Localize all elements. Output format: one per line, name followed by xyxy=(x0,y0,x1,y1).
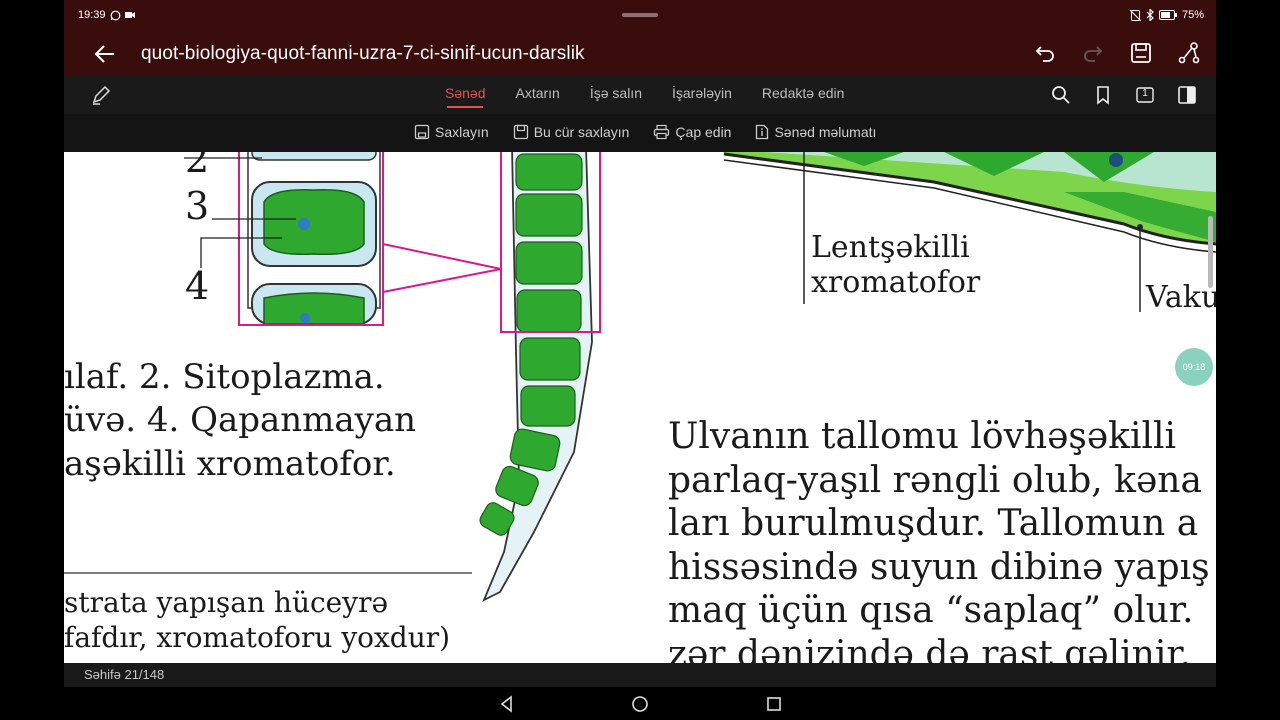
body-line-5: maq üçün qısa “saplaq” olur. xyxy=(668,590,1194,631)
body-line-4: hissəsində suyun dibinə yapış xyxy=(668,547,1210,588)
page-indicator: Səhifə 21/148 xyxy=(84,667,165,682)
pen-icon xyxy=(92,85,111,105)
body-line-2: parlaq-yaşıl rəngli olub, kəna xyxy=(668,460,1202,501)
tab-document[interactable]: Sənəd xyxy=(445,85,485,108)
bluetooth-icon xyxy=(1146,9,1154,21)
callout-vaku: Vaku xyxy=(1146,280,1216,315)
document-title: quot-biologiya-quot-fanni-uzra-7-ci-sini… xyxy=(141,43,585,64)
body-line-6: zər dənizində də rast gəlinir. xyxy=(668,634,1192,663)
nav-home-button[interactable] xyxy=(631,695,649,713)
tab-bar: Sənəd Axtarın İşə salın İşarələyin Redak… xyxy=(445,85,844,108)
back-button[interactable] xyxy=(92,41,120,67)
save-label: Saxlayın xyxy=(435,124,489,140)
status-bar: 19:39 75% xyxy=(64,0,1216,30)
tab-edit[interactable]: Redaktə edin xyxy=(762,85,845,108)
status-left: 19:39 xyxy=(78,9,135,21)
edit-pen-button[interactable] xyxy=(90,84,112,106)
tab-search[interactable]: Axtarın xyxy=(515,85,559,108)
bottom-caption-line-1: strata yapışan hüceyrə xyxy=(64,586,389,619)
save-as-icon xyxy=(513,124,528,140)
document-view[interactable]: 2 3 4 Lentşəkilli xromatofor Vaku ılaf. … xyxy=(64,152,1216,663)
nav-recents-button[interactable] xyxy=(765,695,783,713)
document-info-label: Sənəd məlumatı xyxy=(774,124,877,140)
bookmark-icon xyxy=(1097,86,1109,105)
whatsapp-icon xyxy=(110,10,120,20)
left-caption-line-3: aşəkilli xromatofor. xyxy=(64,444,396,484)
page-footer: Səhifə 21/148 xyxy=(64,663,1216,687)
camera-icon xyxy=(124,12,135,18)
toolbar-right: 1 xyxy=(1050,84,1198,106)
search-button[interactable] xyxy=(1050,84,1072,106)
arrow-left-icon xyxy=(94,45,114,63)
callout-line-1: Lentşəkilli xyxy=(811,230,970,265)
status-time: 19:39 xyxy=(78,9,106,21)
save-file-button[interactable] xyxy=(1128,40,1154,66)
redo-button[interactable] xyxy=(1080,40,1106,66)
print-label: Çap edin xyxy=(675,124,732,140)
triangle-back-icon xyxy=(500,695,512,713)
label-3: 3 xyxy=(185,184,210,228)
system-nav-bar xyxy=(64,687,1216,720)
undo-icon xyxy=(1035,46,1054,62)
document-actions: Saxlayın Bu cür saxlayın Çap edin Sənəd … xyxy=(414,124,876,140)
save-icon xyxy=(414,124,430,140)
title-bar: quot-biologiya-quot-fanni-uzra-7-ci-sini… xyxy=(64,30,1216,76)
printer-icon xyxy=(654,124,670,140)
battery-level: 75% xyxy=(1181,9,1204,21)
save-as-label: Bu cür saxlayın xyxy=(533,124,630,140)
document-info-button[interactable]: Sənəd məlumatı xyxy=(755,124,876,140)
body-line-3: ları burulmuşdur. Tallomun a xyxy=(668,503,1199,544)
square-recents-icon xyxy=(767,697,781,711)
floppy-disk-icon xyxy=(1131,43,1151,63)
label-4: 4 xyxy=(185,264,210,308)
page-badge-number: 1 xyxy=(1142,88,1148,99)
callout-line-2: xromatofor xyxy=(811,265,981,300)
app-frame: 19:39 75% quot-biologiya-quot-fanni-uzra… xyxy=(64,0,1216,720)
bookmark-button[interactable] xyxy=(1092,84,1114,106)
share-icon xyxy=(1178,42,1200,64)
save-as-button[interactable]: Bu cür saxlayın xyxy=(513,124,630,140)
share-button[interactable] xyxy=(1176,40,1202,66)
panel-toggle-button[interactable] xyxy=(1176,84,1198,106)
status-right: 75% xyxy=(1129,9,1204,21)
title-actions xyxy=(1032,40,1202,66)
split-panel-icon xyxy=(1178,86,1196,104)
left-caption-line-1: ılaf. 2. Sitoplazma. xyxy=(64,357,385,397)
save-button[interactable]: Saxlayın xyxy=(414,124,489,140)
main-toolbar: Sənəd Axtarın İşə salın İşarələyin Redak… xyxy=(64,76,1216,114)
tab-annotate[interactable]: İşarələyin xyxy=(672,85,732,108)
undo-button[interactable] xyxy=(1032,40,1058,66)
gesture-pill xyxy=(622,13,658,17)
battery-icon xyxy=(1158,10,1177,20)
page-badge-button[interactable]: 1 xyxy=(1134,84,1156,106)
bottom-caption-line-2: fafdır, xromatoforu yoxdur) xyxy=(64,621,451,654)
body-line-1: Ulvanın tallomu lövhəşəkilli xyxy=(668,416,1177,457)
print-button[interactable]: Çap edin xyxy=(653,124,731,140)
search-icon xyxy=(1052,86,1070,104)
scrollbar-thumb[interactable] xyxy=(1208,216,1213,288)
left-caption-line-2: üvə. 4. Qapanmayan xyxy=(64,400,417,440)
nav-back-button[interactable] xyxy=(498,695,516,713)
label-2: 2 xyxy=(185,152,210,181)
time-bubble[interactable]: 09:18 xyxy=(1175,348,1213,386)
document-actions-bar: Saxlayın Bu cür saxlayın Çap edin Sənəd … xyxy=(64,114,1216,152)
redo-icon xyxy=(1084,46,1103,62)
tab-run[interactable]: İşə salın xyxy=(590,85,642,108)
magnified-cells xyxy=(184,152,384,326)
document-info-icon xyxy=(756,124,769,140)
circle-home-icon xyxy=(632,696,648,712)
no-sim-icon xyxy=(1129,9,1141,21)
